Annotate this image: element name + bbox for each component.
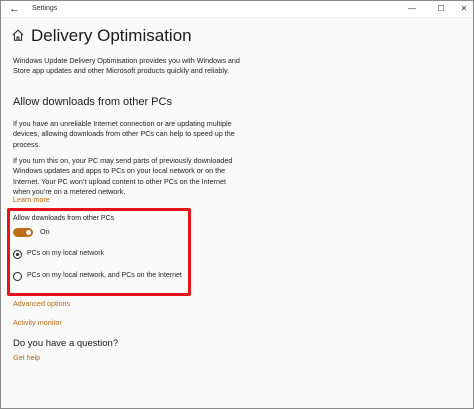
learn-more-link[interactable]: Learn more: [13, 195, 50, 205]
home-icon[interactable]: [11, 28, 25, 42]
activity-monitor-link[interactable]: Activity monitor: [13, 318, 62, 328]
window-title: Settings: [32, 5, 58, 12]
radio-local-network[interactable]: [13, 250, 22, 259]
toggle-knob: [26, 230, 31, 235]
section-heading: Allow downloads from other PCs: [13, 96, 172, 108]
page-title: Delivery Optimisation: [31, 26, 192, 45]
setting-label: Allow downloads from other PCs: [13, 215, 115, 222]
toggle-state-label: On: [40, 227, 50, 236]
close-icon[interactable]: ✕: [458, 3, 470, 15]
section-description-2: If you turn this on, your PC may send pa…: [13, 156, 233, 196]
maximize-icon[interactable]: ☐: [435, 3, 447, 15]
radio-label-local-network[interactable]: PCs on my local network: [27, 249, 104, 259]
intro-text: Windows Update Delivery Optimisation pro…: [13, 56, 240, 76]
settings-window: ← Settings — ☐ ✕ Delivery Optimisation W…: [0, 0, 474, 409]
back-arrow-icon[interactable]: ←: [9, 2, 20, 16]
advanced-options-link[interactable]: Advanced options: [13, 299, 70, 309]
radio-local-and-internet[interactable]: [13, 272, 22, 281]
radio-label-local-and-internet[interactable]: PCs on my local network, and PCs on the …: [27, 271, 182, 281]
minimize-icon[interactable]: —: [406, 3, 418, 15]
allow-downloads-toggle[interactable]: [13, 228, 33, 237]
title-bar: ← Settings — ☐ ✕: [1, 1, 473, 18]
help-heading: Do you have a question?: [13, 338, 119, 349]
radio-selected-dot: [16, 253, 19, 256]
section-description-1: If you have an unreliable Internet conne…: [13, 119, 235, 149]
get-help-link[interactable]: Get help: [13, 353, 40, 363]
